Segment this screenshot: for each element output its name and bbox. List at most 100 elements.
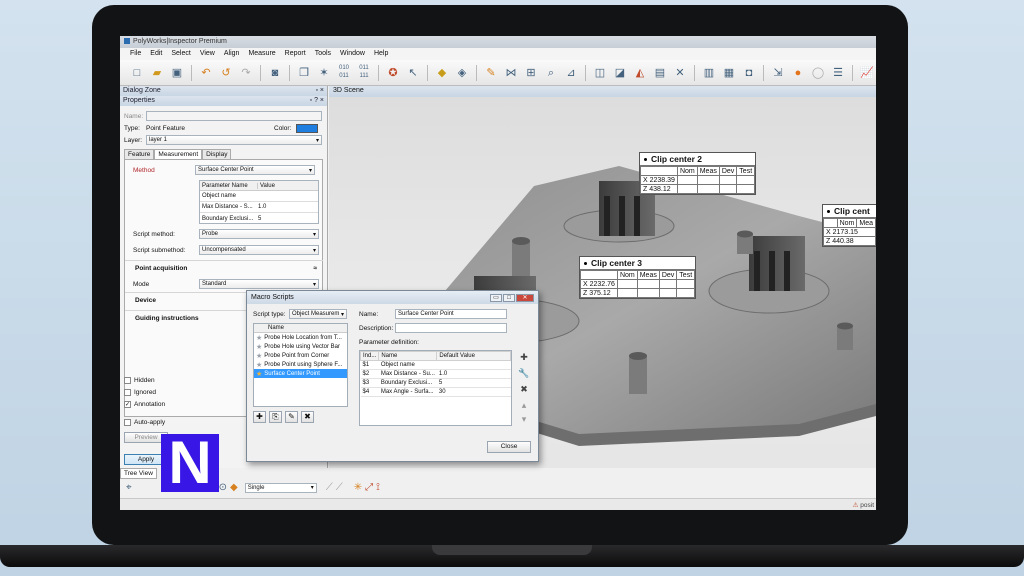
menu-select[interactable]: Select — [171, 50, 190, 58]
list-item-selected[interactable]: ★ Surface Center Point — [254, 369, 347, 378]
ignored-checkbox[interactable]: Ignored — [120, 386, 165, 398]
table-icon[interactable]: ▦ — [720, 64, 738, 82]
callout-clip-center-3[interactable]: Clip center 3 Nom Meas Dev Test X 2232.76 Z… — [579, 256, 697, 299]
save-icon[interactable]: ▣ — [168, 64, 186, 82]
color-map-icon[interactable]: ◭ — [631, 64, 649, 82]
close-icon[interactable]: ✕ — [516, 293, 534, 302]
import-script-button[interactable]: ⎘ — [269, 411, 282, 423]
script-method-dropdown[interactable]: Probe ▾ — [199, 229, 319, 239]
menu-view[interactable]: View — [200, 50, 215, 58]
binary-icon[interactable]: 010 011 — [335, 64, 353, 82]
annotation-checkbox[interactable]: ✓ Annotation — [120, 398, 165, 410]
macro-name-field[interactable]: Surface Center Point — [395, 309, 507, 319]
param-row[interactable]: Max Distance - S... 1.0 — [200, 202, 318, 213]
properties-controls-icon[interactable]: ▫ ? × — [310, 97, 324, 105]
callout-clip-center-right[interactable]: Clip cent Nom Mea X 2173.15 Z 440.38 — [822, 204, 876, 247]
sequence-icon[interactable]: ☰ — [829, 64, 847, 82]
undo-icon[interactable]: ↶ — [197, 64, 215, 82]
binary-multi-icon[interactable]: 011 111 — [355, 64, 373, 82]
menu-measure[interactable]: Measure — [248, 50, 275, 58]
capture-icon[interactable]: ◙ — [266, 64, 284, 82]
tolerance-icon[interactable]: ✕ — [671, 64, 689, 82]
measure-icon[interactable]: ✎ — [482, 64, 500, 82]
add-param-icon[interactable]: ✚ — [518, 351, 530, 363]
object-icon[interactable]: ◆ — [433, 64, 451, 82]
filter-icon[interactable]: ⟋ — [326, 482, 333, 493]
auto-apply-checkbox[interactable]: Auto-apply — [120, 416, 165, 428]
param-row[interactable]: $2 Max Distance - Su... 1.0 — [360, 369, 511, 379]
open-folder-icon[interactable]: ▰ — [148, 64, 166, 82]
menu-file[interactable]: File — [130, 50, 141, 58]
mode-dropdown[interactable]: Standard ▾ — [199, 279, 319, 289]
tab-feature[interactable]: Feature — [124, 149, 155, 159]
point-tool-icon[interactable]: ⊙ — [219, 482, 227, 493]
zoom-icon[interactable]: ⌕ — [542, 64, 560, 82]
menu-report[interactable]: Report — [285, 50, 306, 58]
play-icon[interactable]: ● — [789, 64, 807, 82]
param-row[interactable]: $4 Max Angle - Surfa... 30 — [360, 387, 511, 397]
export-icon[interactable]: ⇲ — [769, 64, 787, 82]
method-dropdown[interactable]: Surface Center Point ▾ — [195, 165, 315, 175]
pointer-icon[interactable]: ↖ — [404, 64, 422, 82]
tree-view-tab[interactable]: Tree View — [120, 468, 157, 479]
chart-icon[interactable]: 📈 — [858, 64, 876, 82]
shape-tool-icon[interactable]: ◆ — [230, 482, 238, 493]
layer-dropdown[interactable]: layer 1 ▾ — [146, 135, 322, 145]
move-up-icon[interactable]: ▴ — [518, 399, 530, 411]
list-item[interactable]: ★ Probe Hole using Vector Bar — [254, 342, 347, 351]
close-button[interactable]: Close — [487, 441, 531, 453]
name-field[interactable] — [146, 111, 322, 121]
list-item[interactable]: ★ Probe Hole Location from T... — [254, 333, 347, 342]
menu-help[interactable]: Help — [374, 50, 388, 58]
callout-clip-center-2[interactable]: Clip center 2 Nom Meas Dev Test X 2238.39 Z… — [639, 152, 757, 195]
probe-tool-icon[interactable]: ✳ — [354, 482, 362, 493]
measure-tool-icon[interactable]: ⟟ — [376, 482, 380, 493]
param-row[interactable]: Boundary Exclusi... 5 — [200, 213, 318, 224]
script-submethod-dropdown[interactable]: Uncompensated ▾ — [199, 245, 319, 255]
tab-display[interactable]: Display — [202, 149, 232, 159]
edit-param-icon[interactable]: 🔧 — [518, 367, 530, 379]
scan-icon[interactable]: ◫ — [591, 64, 609, 82]
object-tools-icon[interactable]: ◈ — [453, 64, 471, 82]
copy-icon[interactable]: ❐ — [295, 64, 313, 82]
delete-script-button[interactable]: ✖ — [301, 411, 314, 423]
param-row[interactable]: $3 Boundary Exclusi... 5 — [360, 378, 511, 388]
undo-history-icon[interactable]: ↺ — [217, 64, 235, 82]
new-file-icon[interactable]: □ — [128, 64, 146, 82]
snapshot-icon[interactable]: ◘ — [740, 64, 758, 82]
point-acquisition-section[interactable]: Point acquisition ≈ — [125, 260, 323, 276]
color-swatch[interactable] — [296, 123, 318, 133]
delete-param-icon[interactable]: ✖ — [518, 383, 530, 395]
menu-window[interactable]: Window — [340, 50, 365, 58]
menu-align[interactable]: Align — [224, 50, 240, 58]
list-item[interactable]: ★ Probe Point using Sphere F... — [254, 360, 347, 369]
tab-measurement[interactable]: Measurement — [154, 149, 203, 159]
pin-icon[interactable]: ▫ × — [315, 87, 324, 95]
maximize-icon[interactable]: □ — [503, 293, 515, 302]
filter-alt-icon[interactable]: ⟋ — [336, 482, 343, 493]
compare-icon[interactable]: ◪ — [611, 64, 629, 82]
menu-edit[interactable]: Edit — [150, 50, 162, 58]
menu-tools[interactable]: Tools — [315, 50, 331, 58]
param-row[interactable]: Object name — [200, 191, 318, 202]
vector-tool-icon[interactable]: ⤢ — [365, 482, 373, 493]
hidden-checkbox[interactable]: Hidden — [120, 374, 165, 386]
param-row[interactable]: $1 Object name — [360, 360, 511, 370]
redo-icon[interactable]: ↷ — [237, 64, 255, 82]
minimize-icon[interactable]: ▭ — [490, 293, 502, 302]
script-type-dropdown[interactable]: Object Measurem ▾ — [289, 309, 347, 319]
report-icon[interactable]: ▥ — [700, 64, 718, 82]
add-script-button[interactable]: ✚ — [253, 411, 266, 423]
selection-mode-dropdown[interactable]: Single ▾ — [244, 482, 317, 493]
align-icon[interactable]: ✪ — [384, 64, 402, 82]
probe-icon[interactable]: ✶ — [315, 64, 333, 82]
filter-icon[interactable]: ⊿ — [562, 64, 580, 82]
record-icon[interactable]: ◯ — [809, 64, 827, 82]
move-down-icon[interactable]: ▾ — [518, 413, 530, 425]
list-item[interactable]: ★ Probe Point from Corner — [254, 351, 347, 360]
feature-icon[interactable]: ⋈ — [502, 64, 520, 82]
select-tool-icon[interactable]: ⌖ — [126, 482, 132, 493]
grid-icon[interactable]: ⊞ — [522, 64, 540, 82]
edit-script-button[interactable]: ✎ — [285, 411, 298, 423]
description-field[interactable] — [395, 323, 507, 333]
